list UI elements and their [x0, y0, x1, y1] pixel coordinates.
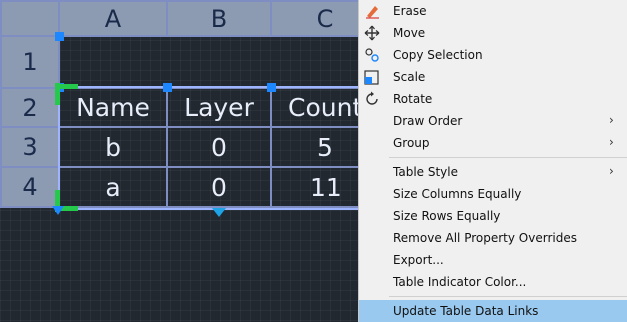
menu-item-draw-order[interactable]: Draw Order ›	[359, 110, 627, 132]
table-cell[interactable]: 11	[270, 166, 358, 208]
row-header-1[interactable]: 1	[0, 35, 60, 89]
menu-item-label: Move	[393, 26, 426, 40]
table-cell[interactable]: Count	[270, 87, 358, 128]
menu-item-label: Erase	[393, 4, 427, 18]
menu-item-move[interactable]: Move	[359, 22, 627, 44]
menu-separator	[389, 157, 627, 158]
menu-item-table-style[interactable]: Table Style ›	[359, 161, 627, 183]
rotate-icon	[366, 91, 378, 105]
menu-item-label: Size Columns Equally	[393, 187, 522, 201]
menu-item-size-columns-equally[interactable]: Size Columns Equally	[359, 183, 627, 205]
menu-separator	[389, 296, 627, 297]
context-menu: Erase Move Copy Selection Scale Rotate D…	[358, 0, 627, 322]
menu-item-remove-all-property-overrides[interactable]: Remove All Property Overrides	[359, 227, 627, 249]
submenu-chevron-icon: ›	[609, 113, 614, 127]
table-cell[interactable]: b	[58, 126, 168, 168]
table-grip-top-left[interactable]	[55, 32, 64, 41]
menu-item-label: Rotate	[393, 92, 433, 106]
table-cell[interactable]: 0	[166, 126, 272, 168]
menu-item-export[interactable]: Export...	[359, 249, 627, 271]
row-header-3[interactable]: 3	[0, 126, 60, 168]
menu-item-label: Remove All Property Overrides	[393, 231, 577, 245]
menu-item-label: Table Indicator Color...	[393, 275, 527, 289]
table-corner-header[interactable]	[0, 0, 60, 37]
menu-item-size-rows-equally[interactable]: Size Rows Equally	[359, 205, 627, 227]
menu-item-label: Scale	[393, 70, 426, 84]
table-cell[interactable]: Layer	[166, 87, 272, 128]
menu-item-copy-selection[interactable]: Copy Selection	[359, 44, 627, 66]
menu-item-label: Draw Order	[393, 114, 463, 128]
menu-item-label: Size Rows Equally	[393, 209, 501, 223]
table-cell[interactable]: Name	[58, 87, 168, 128]
table-grip-bottom-left-arrow-icon[interactable]	[52, 206, 64, 215]
menu-item-update-table-data-links[interactable]: Update Table Data Links	[359, 300, 627, 322]
menu-item-scale[interactable]: Scale	[359, 66, 627, 88]
row-header-4[interactable]: 4	[0, 166, 60, 208]
table-cell[interactable]: 5	[270, 126, 358, 168]
table-break-grip-top-bar[interactable]	[60, 84, 78, 89]
table-cell[interactable]: 0	[166, 166, 272, 208]
menu-item-label: Export...	[393, 253, 444, 267]
menu-item-table-indicator-color[interactable]: Table Indicator Color...	[359, 271, 627, 293]
table-stretch-grip-arrow-icon[interactable]	[212, 208, 226, 217]
menu-item-label: Update Table Data Links	[393, 304, 539, 318]
menu-item-erase[interactable]: Erase	[359, 0, 627, 22]
menu-item-label: Group	[393, 136, 430, 150]
menu-item-label: Copy Selection	[393, 48, 483, 62]
column-header-b[interactable]: B	[166, 0, 272, 37]
drawing-canvas[interactable]: A B C 1 2 3 4 Name Layer Count b 0 5 a 0…	[0, 0, 358, 322]
menu-item-group[interactable]: Group ›	[359, 132, 627, 154]
submenu-chevron-icon: ›	[609, 135, 614, 149]
menu-item-label: Table Style	[393, 165, 458, 179]
table-cell[interactable]: a	[58, 166, 168, 208]
row-header-2[interactable]: 2	[0, 87, 60, 128]
scale-icon	[364, 70, 379, 85]
move-arrows-icon	[364, 25, 380, 41]
column-grip-b[interactable]	[163, 83, 172, 92]
eraser-icon	[366, 6, 379, 19]
table-title-cell[interactable]	[58, 35, 358, 89]
copy-selection-icon	[365, 48, 379, 62]
column-grip-c[interactable]	[267, 83, 276, 92]
column-header-a[interactable]: A	[58, 0, 168, 37]
menu-item-rotate[interactable]: Rotate	[359, 88, 627, 110]
column-header-c[interactable]: C	[270, 0, 358, 37]
submenu-chevron-icon: ›	[609, 164, 614, 178]
